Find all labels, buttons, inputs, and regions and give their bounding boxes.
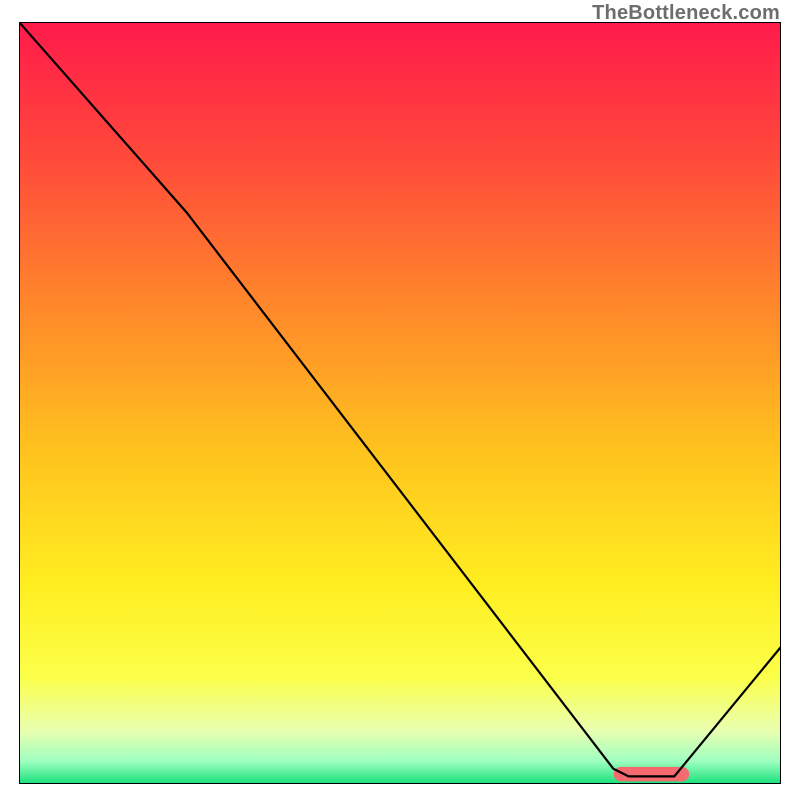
bottleneck-chart: [19, 22, 781, 784]
watermark-text: TheBottleneck.com: [592, 2, 780, 25]
gradient-background: [19, 22, 781, 784]
